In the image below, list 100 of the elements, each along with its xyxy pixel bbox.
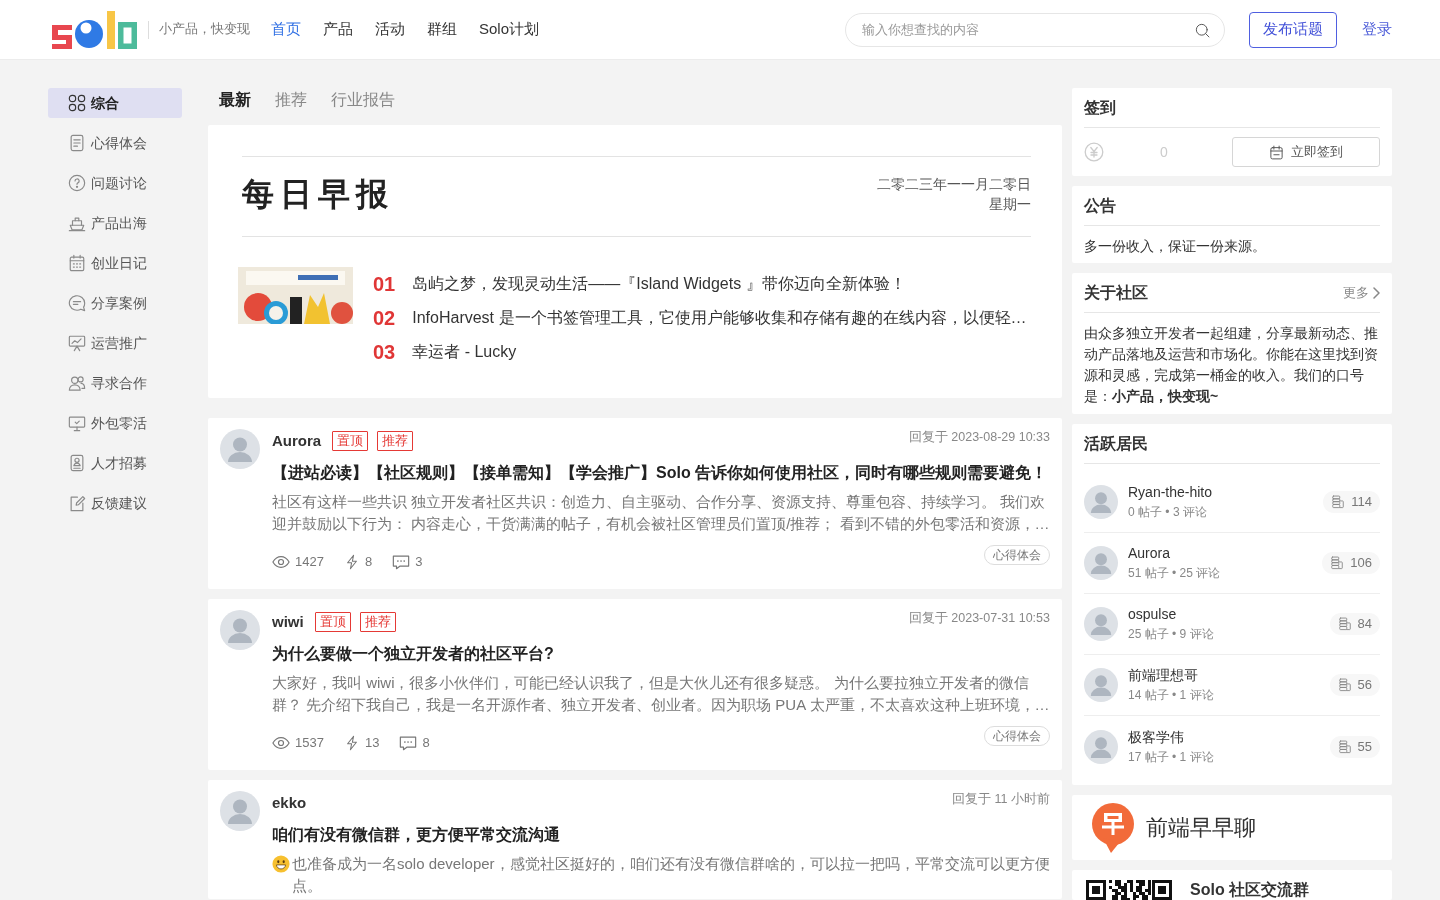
avatar-placeholder[interactable] [1084,546,1118,580]
status-tag: 推荐 [377,431,414,451]
report-date: 二零二三年一一月二零日 [877,174,1031,194]
resident-stats: 0 帖子 • 3 评论 [1128,504,1207,521]
headline-link[interactable]: 幸运者 - Lucky [412,340,517,364]
post-excerpt: 也准备成为一名solo developer，感觉社区挺好的，咱们还有没有微信群啥的，可以拉一把吗，平常交流可以更方便点。 [292,854,1050,896]
headline-link[interactable]: InfoHarvest 是一个书签管理工具，它使用户能够收集和存储有趣的在线内容，以便轻… [412,306,1027,330]
group-title: Solo 社区交流群 [1190,880,1310,900]
reply-time: 回复于 11 小时前 [952,791,1050,807]
chart-board-icon [68,334,86,352]
post-title[interactable]: 【进站必读】【社区规则】【接单需知】【学会推广】Solo 告诉你如何使用社区，同时有哪些规则需要避免！ [272,461,1048,485]
author-name[interactable]: ekko [272,791,307,815]
checkin-button[interactable]: 立即签到 [1232,137,1380,167]
comment-count: 8 [422,734,430,752]
like-count: 8 [364,553,373,571]
feed-tab[interactable]: 最新 [219,88,251,112]
id-document-icon [68,454,86,472]
coins-icon [1331,495,1346,509]
nav-link[interactable]: 产品 [323,18,353,41]
edit-icon [68,494,86,512]
chat-bubble-logo-icon [1090,802,1136,853]
sidebar-item[interactable]: 心得体会 [48,128,182,158]
avatar-placeholder[interactable] [1084,668,1118,702]
resident-stats: 17 帖子 • 1 评论 [1128,748,1214,766]
eye-icon [272,553,290,571]
sidebar-item[interactable]: 人才招募 [48,448,182,478]
search-field[interactable]: 输入你想查找的内容 [845,12,1225,47]
sidebar-item[interactable]: 产品出海 [48,208,182,238]
search-icon [1195,22,1210,38]
item-number: 02 [373,306,396,330]
monitor-icon [68,414,86,432]
more-link[interactable]: 更多 [1343,282,1380,303]
report-title: 每日早报 [242,174,394,214]
card-title: 签到 [1084,97,1116,118]
author-name[interactable]: wiwi [272,610,304,634]
avatar-placeholder[interactable] [1084,607,1118,641]
nav-link[interactable]: Solo计划 [479,18,540,41]
avatar-placeholder[interactable] [220,791,260,831]
ship-icon [68,214,86,232]
avatar-placeholder[interactable] [1084,729,1118,764]
sidebar-item[interactable]: 分享案例 [48,288,182,318]
nav-link[interactable]: 群组 [427,18,457,41]
points-count: 84 [1357,615,1372,634]
reply-time: 回复于 2023-07-31 10:53 [908,610,1050,626]
like-count: 13 [364,734,380,752]
logo-icon[interactable] [52,10,137,49]
coins-icon [1337,739,1352,754]
publish-button[interactable]: 发布话题 [1249,11,1337,48]
document-icon [68,134,86,152]
thumbnail-drawing[interactable] [238,267,353,324]
sidebar-item[interactable]: 问题讨论 [48,168,182,198]
tagline: 小产品，快变现 [159,21,250,39]
about-text: 由众多独立开发者一起组建，分享最新动态、推动产品落地及运营和市场化。你能在这里找到资源和灵感，完成第一桶金的收入。我们的口号是：小产品，快变现~ [1084,324,1379,406]
yen-coin-icon [1084,142,1104,162]
sidebar-item[interactable]: 反馈建议 [48,488,182,518]
chevron-right-icon [1373,286,1380,299]
points-count: 55 [1357,737,1372,756]
resident-stats: 51 帖子 • 25 评论 [1128,565,1221,582]
nav-link[interactable]: 活动 [375,18,405,41]
headline-link[interactable]: 岛屿之梦，发现灵动生活——『Island Widgets 』带你迈向全新体验！ [412,272,906,296]
sidebar-item[interactable]: 外包零活 [48,408,182,438]
speech-bubble-icon [68,294,86,312]
question-icon [68,174,86,192]
sidebar-item[interactable]: 综合 [48,88,182,118]
card-title: 活跃居民 [1084,433,1148,454]
resident-name[interactable]: ospulse [1128,604,1177,624]
resident-name[interactable]: 极客学伟 [1128,726,1184,747]
grid-icon [68,94,86,112]
author-name[interactable]: Aurora [272,429,322,453]
coins-icon [1337,678,1352,692]
card-title: 公告 [1084,195,1116,216]
points-count: 56 [1357,676,1372,695]
post-title[interactable]: 为什么要做一个独立开发者的社区平台? [272,642,554,666]
calendar-icon [1269,144,1284,160]
nav-link[interactable]: 首页 [271,18,301,41]
status-tag: 置顶 [332,431,369,451]
resident-stats: 25 帖子 • 9 评论 [1128,626,1214,643]
post-excerpt: 大家好，我叫 wiwi，很多小伙伴们，可能已经认识我了，但是大伙儿还有很多疑惑。 为什么要拉独立开发者的微信群？ 先介绍下我自己，我是一名开源作者、独立开发者、创业者。因为职场 PUA 太严重，不太喜欢这种上班环境，… [272,673,1050,715]
points-count: 114 [1351,493,1372,512]
eye-icon [272,734,290,752]
post-title[interactable]: 咱们有没有微信群，更方便平常交流沟通 [272,823,560,847]
avatar-placeholder[interactable] [220,429,260,469]
sidebar-item[interactable]: 创业日记 [48,248,182,278]
avatar-placeholder[interactable] [220,610,260,650]
coins-icon [1330,556,1345,570]
reply-time: 回复于 2023-08-29 10:33 [908,429,1050,445]
resident-name[interactable]: 前端理想哥 [1128,665,1198,685]
resident-name[interactable]: Ryan-the-hito [1128,482,1213,502]
resident-name[interactable]: Aurora [1128,543,1171,563]
login-link[interactable]: 登录 [1362,18,1392,41]
comment-icon [399,734,418,752]
promo-title: 前端早早聊 [1146,814,1256,842]
comment-icon [392,553,411,571]
status-tag: 置顶 [314,612,351,632]
avatar-placeholder[interactable] [1084,485,1118,519]
sidebar-item[interactable]: 寻求合作 [48,368,182,398]
sidebar-item[interactable]: 运营推广 [48,328,182,358]
resident-stats: 14 帖子 • 1 评论 [1128,687,1214,704]
promo-card[interactable]: 前端早早聊 [1072,795,1392,860]
report-weekday: 星期一 [989,194,1031,214]
